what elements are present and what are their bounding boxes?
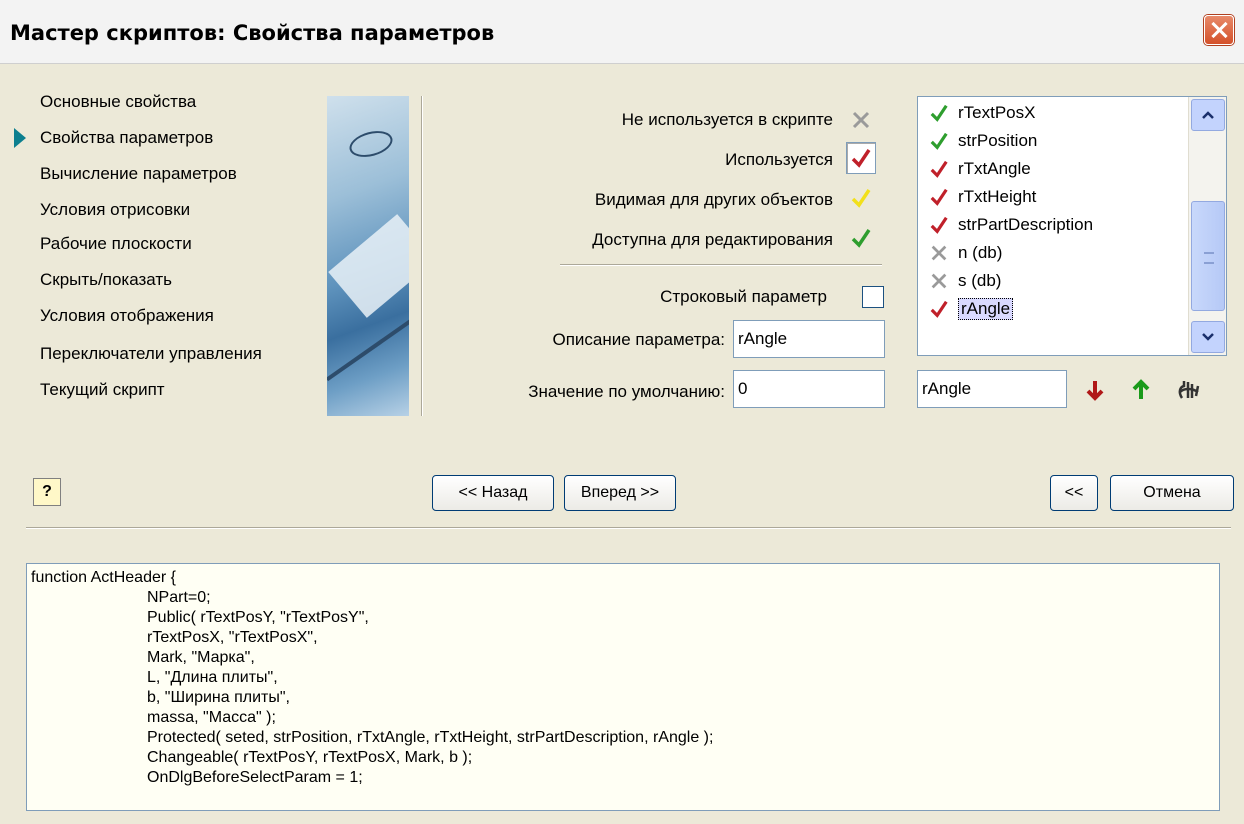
param-name: rTxtHeight xyxy=(958,187,1037,206)
nav-item-current-script[interactable]: Текущий скрипт xyxy=(40,380,165,400)
legend-not-used-label: Не используется в скрипте xyxy=(621,110,833,129)
arrow-down-icon xyxy=(1086,381,1104,401)
nav-item-drawing-conditions[interactable]: Условия отрисовки xyxy=(40,200,190,220)
nav-item-hide-show[interactable]: Скрыть/показать xyxy=(40,270,172,290)
cross-gray-icon xyxy=(926,269,952,293)
list-scrollbar[interactable] xyxy=(1188,97,1226,355)
param-name: rTxtAngle xyxy=(958,159,1031,178)
description-label: Описание параметра: xyxy=(552,330,725,349)
code-line: function ActHeader { xyxy=(31,569,176,586)
check-green-icon xyxy=(926,129,952,153)
wizard-side-image xyxy=(327,96,409,416)
code-line: NPart=0; xyxy=(147,589,211,606)
legend-visible-label: Видимая для других объектов xyxy=(594,190,833,209)
arrow-up-icon xyxy=(1132,379,1150,399)
window-title: Мастер скриптов: Свойства параметров xyxy=(10,21,495,45)
move-up-button[interactable] xyxy=(1122,372,1160,408)
nav-item-parameter-calculation[interactable]: Вычисление параметров xyxy=(40,164,237,184)
code-line: L, "Длина плиты", xyxy=(147,669,278,686)
string-param-checkbox[interactable] xyxy=(862,286,884,308)
string-param-label: Строковый параметр xyxy=(660,287,827,306)
default-value-input[interactable] xyxy=(733,370,885,408)
check-red-icon xyxy=(926,185,952,209)
close-button[interactable] xyxy=(1204,15,1234,45)
code-line: Protected( seted, strPosition, rTxtAngle… xyxy=(147,729,714,746)
code-line: rTextPosX, "rTextPosX", xyxy=(147,629,318,646)
check-red-icon xyxy=(926,157,952,181)
param-name: s (db) xyxy=(958,271,1002,290)
code-line: OnDlgBeforeSelectParam = 1; xyxy=(147,769,363,786)
code-line: Changeable( rTextPosY, rTextPosX, Mark, … xyxy=(147,749,473,766)
parameters-list[interactable]: rTextPosX strPosition rTxtAngle rTxtHeig… xyxy=(917,96,1227,356)
back-button[interactable]: << Назад xyxy=(432,475,554,511)
list-item-selected[interactable]: rAngle xyxy=(926,295,1014,323)
script-code-view[interactable]: function ActHeader { NPart=0; Public( rT… xyxy=(26,563,1220,811)
check-green-icon xyxy=(926,101,952,125)
description-input[interactable] xyxy=(733,320,885,358)
legend-used-label: Используется xyxy=(725,150,833,169)
next-button[interactable]: Вперед >> xyxy=(564,475,676,511)
check-green-icon[interactable] xyxy=(846,222,876,254)
nav-item-parameter-properties[interactable]: Свойства параметров xyxy=(40,128,213,148)
scroll-thumb[interactable] xyxy=(1191,201,1225,311)
move-down-button[interactable] xyxy=(1076,372,1114,408)
param-rename-input[interactable] xyxy=(917,370,1067,408)
collapse-button[interactable]: << xyxy=(1050,475,1098,511)
param-name: rAngle xyxy=(958,298,1014,320)
scroll-up-button[interactable] xyxy=(1191,99,1225,131)
check-yellow-icon[interactable] xyxy=(846,182,876,214)
param-name: rTextPosX xyxy=(958,103,1036,122)
nav-item-display-conditions[interactable]: Условия отображения xyxy=(40,306,214,326)
code-line: massa, "Масса" ); xyxy=(147,709,276,726)
active-item-arrow-icon xyxy=(14,128,26,148)
list-item[interactable]: rTxtAngle xyxy=(926,155,1031,183)
help-button[interactable]: ? xyxy=(33,478,61,506)
nav-item-work-planes[interactable]: Рабочие плоскости xyxy=(40,234,192,254)
list-item[interactable]: s (db) xyxy=(926,267,1001,295)
param-name: strPosition xyxy=(958,131,1038,150)
code-line: b, "Ширина плиты", xyxy=(147,689,290,706)
chevron-down-icon xyxy=(1202,333,1214,341)
check-red-icon xyxy=(926,213,952,237)
code-line: Public( rTextPosY, "rTextPosY", xyxy=(147,609,369,626)
title-bar: Мастер скриптов: Свойства параметров xyxy=(0,0,1244,64)
list-item[interactable]: rTxtHeight xyxy=(926,183,1036,211)
nav-item-control-switches[interactable]: Переключатели управления xyxy=(40,344,262,364)
list-item[interactable]: strPosition xyxy=(926,127,1037,155)
legend-editable-label: Доступна для редактирования xyxy=(592,230,833,249)
list-item[interactable]: rTextPosX xyxy=(926,99,1035,127)
cross-gray-icon[interactable] xyxy=(846,104,876,136)
list-item[interactable]: strPartDescription xyxy=(926,211,1093,239)
nav-item-basic-properties[interactable]: Основные свойства xyxy=(40,92,196,112)
code-line: Mark, "Марка", xyxy=(147,649,255,666)
default-value-label: Значение по умолчанию: xyxy=(528,382,725,401)
vertical-divider xyxy=(421,96,423,416)
scroll-down-button[interactable] xyxy=(1191,321,1225,353)
legend-divider xyxy=(560,264,882,266)
check-red-icon[interactable] xyxy=(846,142,876,174)
list-item[interactable]: n (db) xyxy=(926,239,1002,267)
footer-divider xyxy=(26,527,1231,529)
check-red-icon xyxy=(926,297,952,321)
hand-tool-icon xyxy=(1178,381,1200,399)
cancel-button[interactable]: Отмена xyxy=(1110,475,1234,511)
chevron-up-icon xyxy=(1202,111,1214,119)
param-name: n (db) xyxy=(958,243,1003,262)
tool-action-button[interactable] xyxy=(1170,372,1208,408)
cross-gray-icon xyxy=(926,241,952,265)
param-name: strPartDescription xyxy=(958,215,1094,234)
